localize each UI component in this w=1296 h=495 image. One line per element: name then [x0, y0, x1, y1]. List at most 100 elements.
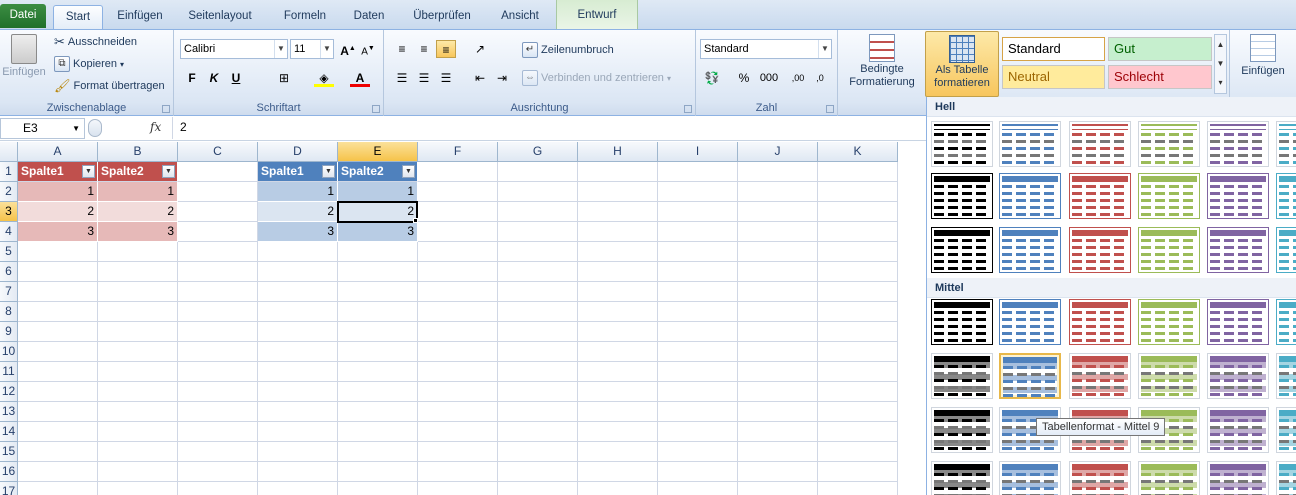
table-style-option[interactable]	[1069, 227, 1131, 273]
table-cell[interactable]: 2	[258, 202, 338, 222]
grid-cell[interactable]	[818, 322, 898, 342]
column-header-j[interactable]: J	[738, 142, 818, 162]
table-cell[interactable]: 3	[18, 222, 98, 242]
grid-cell[interactable]	[338, 242, 418, 262]
grid-cell[interactable]	[338, 382, 418, 402]
table-style-option[interactable]	[1207, 299, 1269, 345]
table-style-option[interactable]	[1069, 173, 1131, 219]
tab-file[interactable]: Datei	[0, 4, 46, 28]
grid-cell[interactable]	[18, 322, 98, 342]
grid-cell[interactable]	[18, 242, 98, 262]
grid-cell[interactable]	[98, 402, 178, 422]
grid-cell[interactable]	[818, 442, 898, 462]
table-style-option[interactable]	[1207, 353, 1269, 399]
grid-cell[interactable]	[338, 322, 418, 342]
grid-cell[interactable]	[338, 422, 418, 442]
column-header-c[interactable]: C	[178, 142, 258, 162]
grid-cell[interactable]	[18, 342, 98, 362]
grid-cell[interactable]	[258, 282, 338, 302]
grid-cell[interactable]	[738, 322, 818, 342]
insert-function-icon[interactable]: fx	[150, 120, 161, 134]
grid-cell[interactable]	[498, 462, 578, 482]
table-cell[interactable]: 1	[18, 182, 98, 202]
grid-cell[interactable]	[98, 482, 178, 495]
filter-dropdown-icon[interactable]: ▼	[402, 165, 415, 178]
table-style-option[interactable]	[1069, 299, 1131, 345]
row-header-16[interactable]: 16	[0, 462, 18, 482]
grid-cell[interactable]	[18, 262, 98, 282]
grid-cell[interactable]	[818, 402, 898, 422]
grid-cell[interactable]	[738, 202, 818, 222]
grid-cell[interactable]	[258, 302, 338, 322]
grid-cell[interactable]	[578, 482, 658, 495]
grid-cell[interactable]	[498, 302, 578, 322]
filter-dropdown-icon[interactable]: ▼	[82, 165, 95, 178]
grid-cell[interactable]	[338, 302, 418, 322]
grid-cell[interactable]	[818, 362, 898, 382]
table-style-option[interactable]	[1069, 353, 1131, 399]
grid-cell[interactable]	[578, 202, 658, 222]
row-header-6[interactable]: 6	[0, 262, 18, 282]
grid-cell[interactable]	[578, 402, 658, 422]
grid-cell[interactable]	[738, 462, 818, 482]
grid-cell[interactable]	[818, 242, 898, 262]
table-style-option[interactable]	[1207, 407, 1269, 453]
grid-cell[interactable]	[498, 202, 578, 222]
table-style-option[interactable]	[999, 299, 1061, 345]
grid-cell[interactable]	[818, 482, 898, 495]
tab-view[interactable]: Ansicht	[490, 5, 550, 29]
grid-cell[interactable]	[658, 482, 738, 495]
decrease-decimal-icon[interactable]: ,0	[810, 69, 830, 87]
insert-cells-button[interactable]: Einfügen	[1236, 34, 1290, 77]
table-style-option[interactable]	[1207, 121, 1269, 167]
formula-input[interactable]: 2	[172, 117, 926, 139]
column-header-k[interactable]: K	[818, 142, 898, 162]
table-style-option[interactable]	[999, 173, 1061, 219]
grid-cell[interactable]	[258, 402, 338, 422]
table-style-option[interactable]	[1138, 461, 1200, 495]
grid-cell[interactable]	[178, 202, 258, 222]
percent-button[interactable]: %	[734, 69, 754, 87]
grid-cell[interactable]	[738, 302, 818, 322]
grid-cell[interactable]	[258, 442, 338, 462]
grid-cell[interactable]	[498, 242, 578, 262]
merge-center-button[interactable]: ⇔ Verbinden und zentrieren ▾	[522, 70, 671, 86]
grid-cell[interactable]	[178, 222, 258, 242]
table-style-option[interactable]	[1276, 173, 1296, 219]
row-header-9[interactable]: 9	[0, 322, 18, 342]
grid-cell[interactable]	[738, 482, 818, 495]
table-style-option[interactable]	[931, 121, 993, 167]
tab-data[interactable]: Daten	[344, 5, 394, 29]
grid-cell[interactable]	[338, 462, 418, 482]
grid-cell[interactable]	[418, 242, 498, 262]
table-style-option[interactable]	[1276, 299, 1296, 345]
thousands-button[interactable]: 000	[756, 69, 782, 87]
align-bottom-icon[interactable]: ≡	[436, 40, 456, 58]
row-header-15[interactable]: 15	[0, 442, 18, 462]
cell-style-good[interactable]: Gut	[1108, 37, 1212, 61]
grid-cell[interactable]	[98, 302, 178, 322]
grid-cell[interactable]	[258, 322, 338, 342]
grid-cell[interactable]	[178, 422, 258, 442]
grid-cell[interactable]	[498, 162, 578, 182]
row-header-13[interactable]: 13	[0, 402, 18, 422]
grid-cell[interactable]	[498, 262, 578, 282]
grid-cell[interactable]	[578, 282, 658, 302]
grid-cell[interactable]	[658, 322, 738, 342]
grid-cell[interactable]	[818, 282, 898, 302]
currency-icon[interactable]: 💱	[702, 69, 722, 87]
grid-cell[interactable]	[98, 262, 178, 282]
table-cell[interactable]: 3	[338, 222, 418, 242]
grid-cell[interactable]	[658, 262, 738, 282]
grid-cell[interactable]	[98, 322, 178, 342]
grid-cell[interactable]	[738, 342, 818, 362]
grid-cell[interactable]	[498, 322, 578, 342]
fill-handle[interactable]	[413, 218, 418, 223]
row-header-5[interactable]: 5	[0, 242, 18, 262]
table-cell[interactable]: 2	[18, 202, 98, 222]
tab-review[interactable]: Überprüfen	[404, 5, 480, 29]
grid-cell[interactable]	[658, 302, 738, 322]
format-as-table-button[interactable]: Als Tabelle formatieren	[925, 31, 999, 97]
grid-cell[interactable]	[578, 242, 658, 262]
grid-cell[interactable]	[738, 442, 818, 462]
